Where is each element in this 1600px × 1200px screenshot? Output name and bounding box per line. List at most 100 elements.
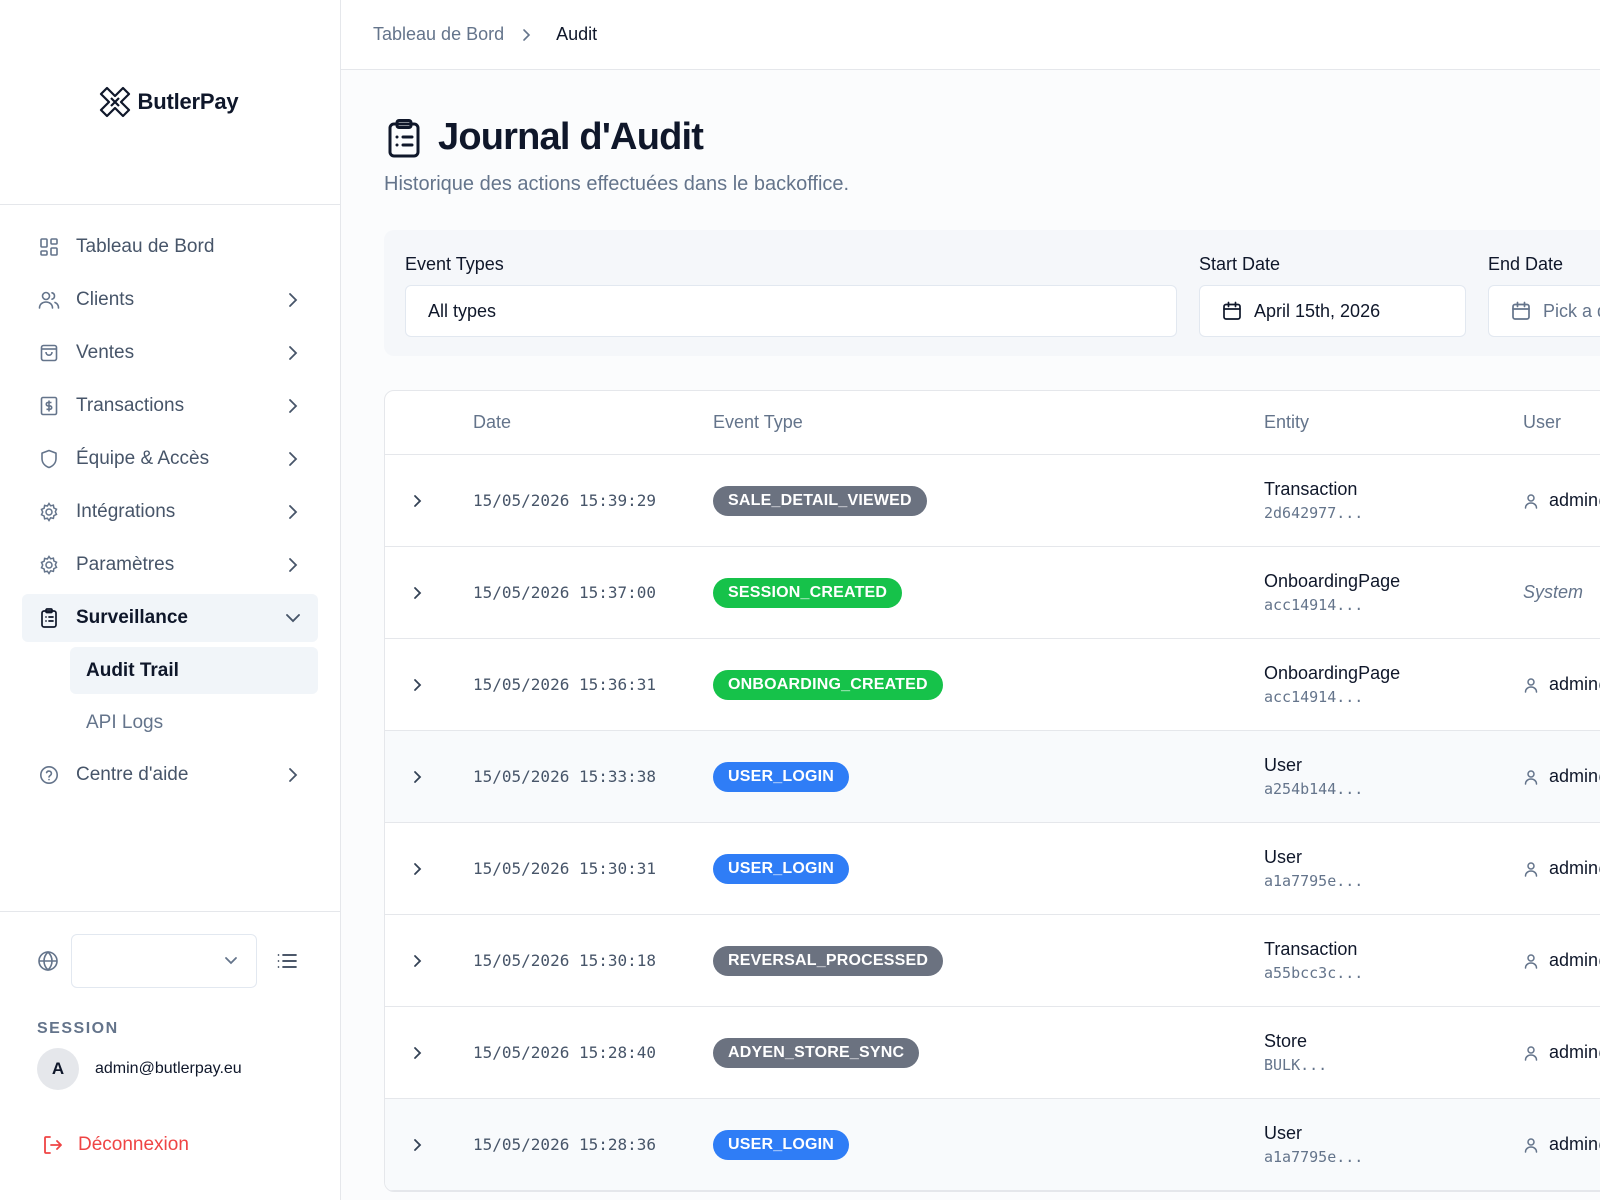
receipt-dollar-icon <box>38 395 60 417</box>
breadcrumb-link-dashboard[interactable]: Tableau de Bord <box>373 24 504 45</box>
row-date: 15/05/2026 15:39:29 <box>473 491 657 510</box>
table-row[interactable]: 15/05/2026 15:36:31 ONBOARDING_CREATED O… <box>385 639 1600 731</box>
row-user: admin@butlerpay.eu <box>1523 674 1600 695</box>
entity-id: a1a7795e... <box>1264 872 1364 890</box>
user-name: admin@butlerpay.eu <box>1549 490 1600 510</box>
sidebar-item-equipe-acces[interactable]: Équipe & Accès <box>22 435 318 483</box>
chevron-right-icon[interactable] <box>407 951 427 971</box>
session-label: SESSION <box>37 1020 119 1037</box>
row-entity: Store BULK... <box>1264 1031 1327 1074</box>
entity-name: User <box>1264 755 1303 775</box>
row-entity: Transaction a55bcc3c... <box>1264 939 1363 982</box>
sidebar-subitem-audit-trail[interactable]: Audit Trail <box>70 647 318 694</box>
column-header-event-type[interactable]: Event Type <box>713 412 803 433</box>
chevron-down-icon <box>224 952 238 970</box>
row-user: admin@butlerpay.eu <box>1523 1134 1600 1155</box>
sidebar-item-centre-aide[interactable]: Centre d'aide <box>22 751 318 799</box>
help-circle-icon <box>38 764 60 786</box>
sidebar-item-label: Surveillance <box>76 607 188 628</box>
entity-name: OnboardingPage <box>1264 571 1401 591</box>
logout-button[interactable]: Déconnexion <box>42 1134 318 1156</box>
sidebar-item-ventes[interactable]: Ventes <box>22 329 318 377</box>
chevron-right-icon <box>284 450 302 468</box>
user-icon <box>1523 493 1539 509</box>
event-type-badge: USER_LOGIN <box>713 853 850 884</box>
event-type-badge: SESSION_CREATED <box>713 577 903 608</box>
sidebar-item-label: Centre d'aide <box>76 764 189 785</box>
sidebar-item-clients[interactable]: Clients <box>22 276 318 324</box>
sidebar-subitem-api-logs[interactable]: API Logs <box>70 699 318 746</box>
logout-label: Déconnexion <box>78 1134 189 1155</box>
clipboard-icon <box>384 118 424 158</box>
sidebar-item-parametres[interactable]: Paramètres <box>22 541 318 589</box>
column-header-entity[interactable]: Entity <box>1264 412 1309 433</box>
table-row[interactable]: 15/05/2026 15:28:40 ADYEN_STORE_SYNC Sto… <box>385 1007 1600 1099</box>
sidebar-item-label: Intégrations <box>76 501 176 522</box>
user-name: admin@butlerpay.eu <box>1549 950 1600 970</box>
filter-panel: Event Types All types Start Date April 1… <box>384 230 1600 356</box>
brand-logo[interactable]: ButlerPay <box>98 85 239 119</box>
filter-start-date: Start Date April 15th, 2026 <box>1199 254 1466 337</box>
chevron-right-icon[interactable] <box>407 859 427 879</box>
table-row[interactable]: 15/05/2026 15:28:36 USER_LOGIN User a1a7… <box>385 1099 1600 1191</box>
row-date: 15/05/2026 15:28:40 <box>473 1043 657 1062</box>
row-user: admin@butlerpay.eu <box>1523 766 1600 787</box>
page-content: Journal d'Audit Historique des actions e… <box>341 70 1600 1192</box>
sidebar-item-transactions[interactable]: Transactions <box>22 382 318 430</box>
sidebar-footer: SESSION A admin@butlerpay.eu Déconnexion <box>0 911 340 1156</box>
entity-name: Transaction <box>1264 939 1358 959</box>
sidebar: ButlerPay Tableau de Bord Clients Ventes… <box>0 0 341 1200</box>
row-date: 15/05/2026 15:30:18 <box>473 951 657 970</box>
row-user: System <box>1523 582 1583 603</box>
event-type-badge: ONBOARDING_CREATED <box>713 669 943 700</box>
table-row[interactable]: 15/05/2026 15:33:38 USER_LOGIN User a254… <box>385 731 1600 823</box>
row-user: admin@butlerpay.eu <box>1523 490 1600 511</box>
page-subtitle: Historique des actions effectuées dans l… <box>384 173 850 195</box>
sidebar-nav: Tableau de Bord Clients Ventes Transacti… <box>0 205 340 799</box>
chevron-right-icon <box>284 291 302 309</box>
chevron-right-icon[interactable] <box>407 767 427 787</box>
chevron-right-icon[interactable] <box>407 1043 427 1063</box>
event-type-badge: SALE_DETAIL_VIEWED <box>713 485 927 516</box>
row-user: admin@butlerpay.eu <box>1523 858 1600 879</box>
language-row <box>37 934 318 988</box>
table-row[interactable]: 15/05/2026 15:39:29 SALE_DETAIL_VIEWED T… <box>385 455 1600 547</box>
shopping-bag-icon <box>38 342 60 364</box>
table-row[interactable]: 15/05/2026 15:37:00 SESSION_CREATED Onbo… <box>385 547 1600 639</box>
sidebar-item-label: Ventes <box>76 342 135 363</box>
breadcrumb: Tableau de Bord Audit <box>341 0 1600 70</box>
table-row[interactable]: 15/05/2026 15:30:18 REVERSAL_PROCESSED T… <box>385 915 1600 1007</box>
filter-end-date: End Date Pick a date <box>1488 254 1600 337</box>
user-name: System <box>1523 582 1584 602</box>
entity-id: acc14914... <box>1264 596 1364 614</box>
chevron-right-icon[interactable] <box>407 491 427 511</box>
table-row[interactable]: 15/05/2026 15:30:31 USER_LOGIN User a1a7… <box>385 823 1600 915</box>
user-name: admin@butlerpay.eu <box>1549 766 1600 786</box>
column-header-date[interactable]: Date <box>473 412 511 433</box>
table-header: Date Event Type Entity User <box>385 391 1600 455</box>
end-date-picker[interactable]: Pick a date <box>1488 285 1600 337</box>
column-header-user[interactable]: User <box>1523 412 1561 433</box>
event-type-badge: USER_LOGIN <box>713 1129 850 1160</box>
chevron-right-icon[interactable] <box>407 583 427 603</box>
user-icon <box>1523 677 1539 693</box>
main-content: Tableau de Bord Audit Journal d'Audit Hi… <box>341 0 1600 1200</box>
entity-name: User <box>1264 1123 1303 1143</box>
sidebar-item-integrations[interactable]: Intégrations <box>22 488 318 536</box>
shield-icon <box>38 448 60 470</box>
calendar-icon <box>1222 301 1242 321</box>
sidebar-item-dashboard[interactable]: Tableau de Bord <box>22 223 318 271</box>
brand-header: ButlerPay <box>0 0 340 205</box>
row-entity: OnboardingPage acc14914... <box>1264 663 1400 706</box>
chevron-right-icon[interactable] <box>407 675 427 695</box>
butlerpay-logo-icon <box>99 86 130 118</box>
entity-id: a254b144... <box>1264 780 1364 798</box>
event-type-badge: USER_LOGIN <box>713 761 850 792</box>
list-icon[interactable] <box>275 949 299 973</box>
event-types-select[interactable]: All types <box>405 285 1177 337</box>
chevron-right-icon[interactable] <box>407 1135 427 1155</box>
language-select[interactable] <box>71 934 257 988</box>
calendar-icon <box>1511 301 1531 321</box>
start-date-picker[interactable]: April 15th, 2026 <box>1199 285 1466 337</box>
sidebar-item-surveillance[interactable]: Surveillance <box>22 594 318 642</box>
